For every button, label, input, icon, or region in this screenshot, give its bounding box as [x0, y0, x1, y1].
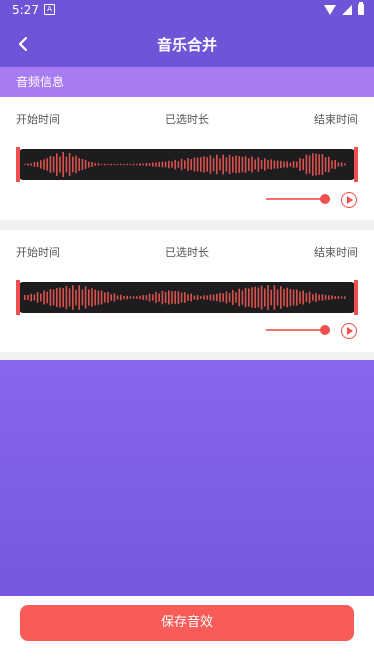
wifi-icon: [324, 4, 336, 15]
bottom-bar: 保存音效: [0, 596, 374, 666]
end-time-label: 结束时间: [314, 113, 358, 126]
system-icons: [324, 2, 364, 15]
audio-card-1: 开始时间 已选时长 结束时间: [0, 97, 374, 220]
battery-icon: [358, 2, 364, 15]
page-title: 音乐合并: [156, 36, 217, 54]
status-time: 5:27: [12, 3, 39, 17]
waveform-icon: [24, 285, 346, 310]
slider-thumb[interactable]: [320, 194, 330, 204]
divider: [0, 352, 374, 360]
volume-slider[interactable]: [266, 324, 330, 336]
trim-handle-left[interactable]: [16, 280, 20, 315]
play-icon[interactable]: [341, 192, 357, 208]
content-area: [0, 360, 374, 596]
save-audio-button[interactable]: 保存音效: [20, 605, 354, 641]
waveform-selector[interactable]: [16, 147, 358, 182]
volume-slider[interactable]: [266, 193, 330, 205]
audio-card-2: 开始时间 已选时长 结束时间: [0, 230, 374, 352]
nav-bar: 音乐合并: [0, 22, 374, 67]
waveform-icon: [24, 152, 346, 177]
status-bar: 5:27 A: [0, 0, 374, 22]
section-title: 音频信息: [16, 75, 65, 89]
trim-handle-left[interactable]: [16, 147, 20, 182]
section-header: 音频信息: [0, 67, 374, 97]
end-time-label: 结束时间: [314, 246, 358, 259]
a-icon: A: [44, 4, 55, 15]
play-icon[interactable]: [341, 323, 357, 339]
waveform-selector[interactable]: [16, 280, 358, 315]
trim-handle-right[interactable]: [354, 147, 358, 182]
divider: [0, 220, 374, 230]
signal-icon: [342, 4, 352, 15]
trim-handle-right[interactable]: [354, 280, 358, 315]
slider-thumb[interactable]: [320, 325, 330, 335]
